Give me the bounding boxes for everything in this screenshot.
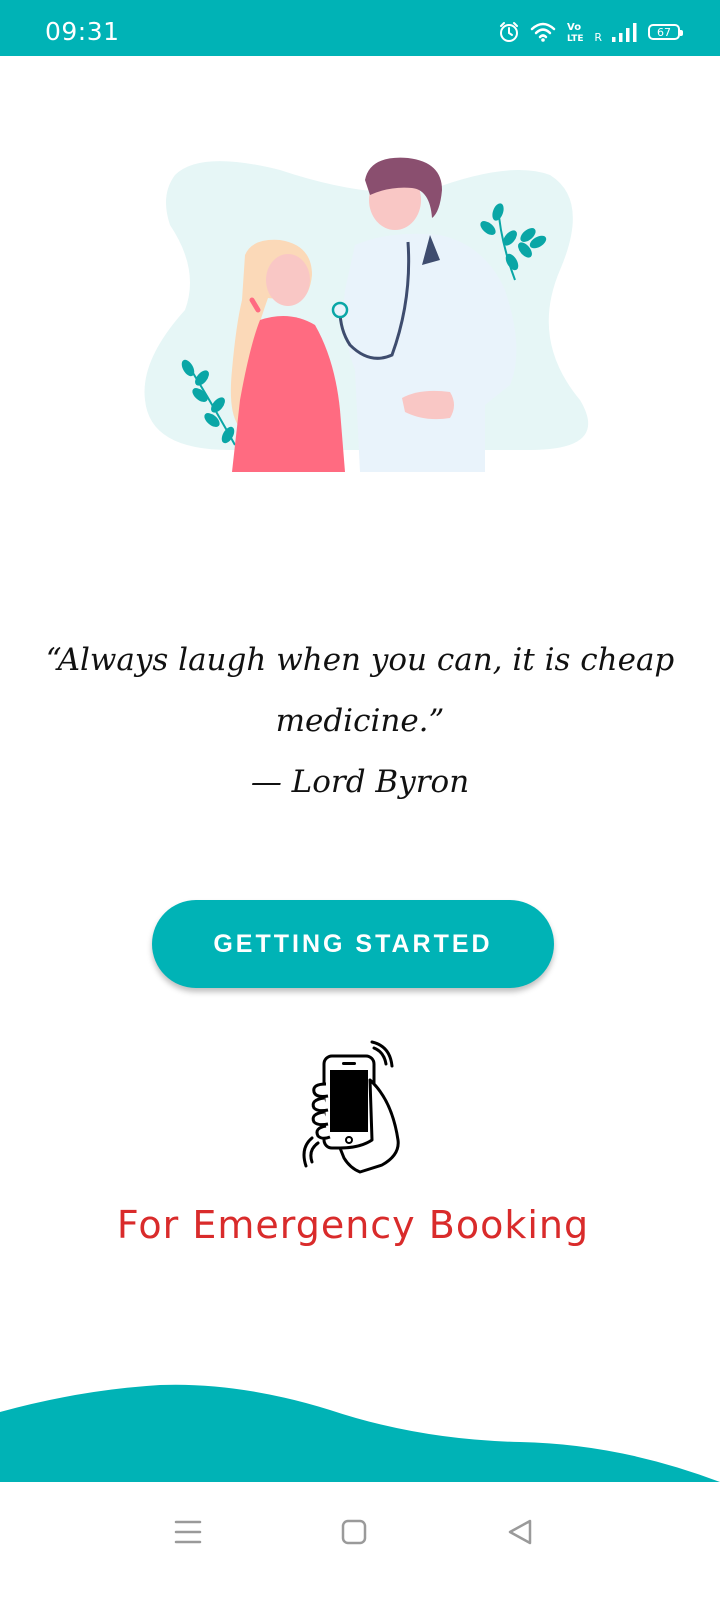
menu-icon[interactable] [166, 1510, 210, 1554]
bottom-wave [0, 1384, 720, 1482]
home-square-icon[interactable] [332, 1510, 376, 1554]
quote-line-1: “Always laugh when you can, it is cheap [45, 642, 675, 678]
status-time: 09:31 [45, 17, 120, 46]
getting-started-button[interactable]: GETTING STARTED [152, 900, 554, 988]
phone-in-hand-icon[interactable] [300, 1040, 405, 1175]
patient-head [266, 254, 310, 306]
volte-icon: Vo LTE [566, 20, 584, 44]
app-screen: 09:31 Vo LTE R 67 “Always laugh when you… [0, 0, 720, 1600]
battery-icon: 67 [648, 24, 683, 40]
doctor-patient-illustration [144, 157, 589, 472]
status-bar: 09:31 Vo LTE R 67 [0, 0, 720, 56]
back-triangle-icon[interactable] [498, 1510, 542, 1554]
quote-line-2: medicine.” [275, 703, 445, 739]
alarm-icon [498, 21, 520, 43]
quote-block: “Always laugh when you can, it is cheap … [40, 630, 680, 813]
svg-text:Vo: Vo [567, 22, 581, 33]
wifi-icon [530, 21, 556, 43]
signal-icon [612, 22, 638, 42]
quote-author: — Lord Byron [250, 764, 470, 800]
svg-text:LTE: LTE [567, 34, 584, 44]
emergency-booking-link[interactable]: For Emergency Booking [60, 1203, 646, 1247]
navigation-bar [0, 1482, 720, 1600]
status-icons: Vo LTE R 67 [498, 18, 683, 46]
signal-roaming-label: R [594, 30, 602, 44]
